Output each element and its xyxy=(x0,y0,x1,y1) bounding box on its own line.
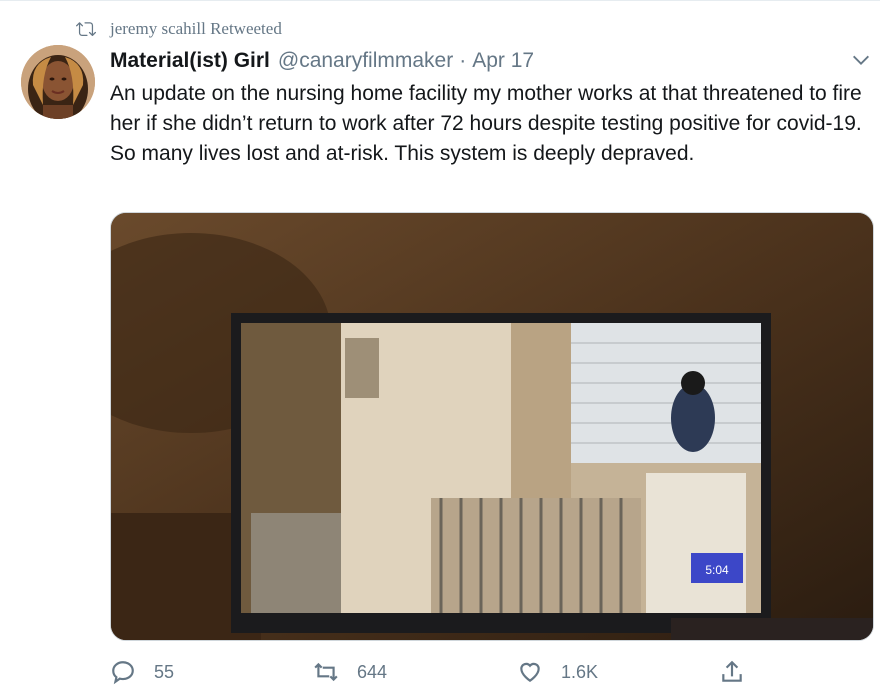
video-overlay-time: 5:04 xyxy=(705,563,729,577)
tweet-header: Material(ist) Girl @canaryfilmmaker · Ap… xyxy=(110,47,534,75)
retweet-context[interactable]: jeremy scahill Retweeted xyxy=(76,15,282,43)
reply-icon xyxy=(112,661,134,685)
author-name[interactable]: Material(ist) Girl xyxy=(110,49,270,73)
tweet-video[interactable]: 5:04 xyxy=(110,212,874,641)
more-options-button[interactable] xyxy=(850,49,876,69)
like-button[interactable]: 1.6K xyxy=(517,655,598,689)
like-count: 1.6K xyxy=(561,661,599,682)
tweet-text: An update on the nursing home facility m… xyxy=(110,82,862,165)
reply-count: 55 xyxy=(154,661,175,682)
avatar[interactable] xyxy=(21,45,95,119)
video-frame: 5:04 xyxy=(111,213,873,640)
separator-dot: · xyxy=(459,49,467,72)
retweet-context-label: jeremy scahill Retweeted xyxy=(110,19,282,38)
tweet[interactable]: jeremy scahill Retweeted Material(ist) G… xyxy=(0,0,880,691)
retweet-icon xyxy=(314,662,338,682)
chevron-down-icon xyxy=(853,55,869,65)
author-handle[interactable]: @canaryfilmmaker xyxy=(278,49,453,73)
retweet-count: 644 xyxy=(357,661,388,682)
share-button[interactable] xyxy=(719,655,763,689)
retweet-icon xyxy=(76,22,96,37)
share-icon xyxy=(722,660,742,682)
heart-icon xyxy=(520,662,540,682)
tweet-actions: 55 644 1.6K xyxy=(110,655,850,689)
retweet-button[interactable]: 644 xyxy=(313,655,387,689)
reply-button[interactable]: 55 xyxy=(110,655,174,689)
tweet-date[interactable]: Apr 17 xyxy=(472,49,534,73)
